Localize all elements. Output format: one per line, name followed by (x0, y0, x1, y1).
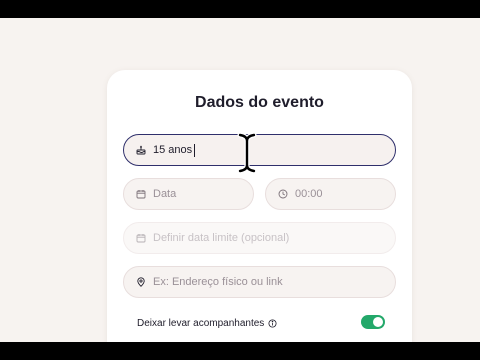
event-details-card: Dados do evento 15 anos Data 00:00 Defin… (107, 70, 412, 360)
info-icon[interactable] (268, 318, 277, 328)
event-type-input[interactable]: 15 anos (123, 134, 396, 166)
form-title: Dados do evento (195, 94, 324, 111)
clock-icon (278, 189, 288, 199)
time-placeholder: 00:00 (295, 188, 323, 200)
date-field[interactable]: Data (123, 178, 254, 210)
companions-toggle[interactable] (361, 315, 385, 329)
map-pin-icon (136, 277, 146, 287)
location-field[interactable]: Ex: Endereço físico ou link (123, 266, 396, 298)
location-placeholder: Ex: Endereço físico ou link (153, 276, 283, 288)
deadline-placeholder: Definir data limite (opcional) (153, 232, 290, 244)
companions-label: Deixar levar acompanhantes (137, 317, 265, 329)
text-cursor-icon (237, 133, 257, 173)
text-caret (194, 143, 196, 157)
calendar-icon (136, 189, 146, 199)
event-type-value: 15 anos (153, 144, 193, 156)
letterbox-top (0, 0, 480, 18)
companions-row: Deixar levar acompanhantes (137, 315, 385, 331)
toggle-knob (373, 317, 383, 327)
date-placeholder: Data (153, 188, 177, 200)
letterbox-bottom (0, 342, 480, 360)
cake-icon (136, 145, 146, 155)
time-field[interactable]: 00:00 (265, 178, 396, 210)
calendar-icon (136, 233, 146, 243)
deadline-field[interactable]: Definir data limite (opcional) (123, 222, 396, 254)
